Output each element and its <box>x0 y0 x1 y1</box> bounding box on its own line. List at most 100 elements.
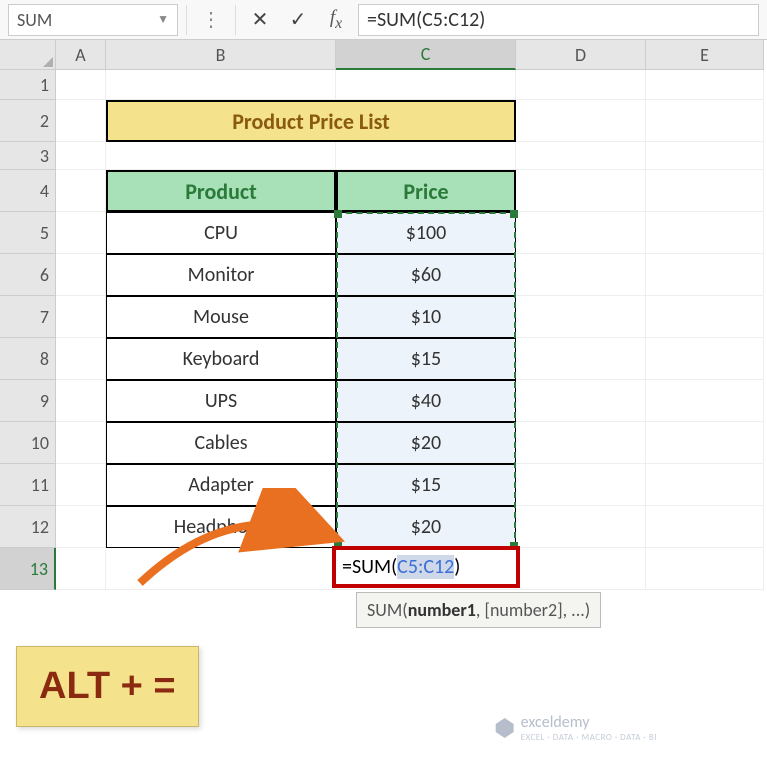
enter-icon[interactable]: ✓ <box>282 4 314 36</box>
price-cell[interactable]: $40 <box>336 380 516 422</box>
header-price[interactable]: Price <box>336 170 516 212</box>
fx-icon[interactable]: fx <box>320 4 352 36</box>
product-cell[interactable]: Keyboard <box>106 338 336 380</box>
col-header-a[interactable]: A <box>56 40 106 70</box>
cell[interactable] <box>646 100 764 142</box>
separator <box>186 5 187 35</box>
cell[interactable] <box>56 70 106 100</box>
row-header[interactable]: 13 <box>0 548 56 590</box>
price-cell[interactable]: $15 <box>336 338 516 380</box>
cell[interactable] <box>646 170 764 212</box>
col-header-e[interactable]: E <box>646 40 764 70</box>
cell[interactable] <box>56 142 106 170</box>
tooltip-rest: , [number2], ...) <box>476 599 590 621</box>
product-cell[interactable]: Mouse <box>106 296 336 338</box>
function-tooltip: SUM(number1, [number2], ...) <box>356 592 601 628</box>
cell[interactable] <box>516 422 646 464</box>
row-header[interactable]: 10 <box>0 422 56 464</box>
product-cell[interactable]: CPU <box>106 212 336 254</box>
cell[interactable] <box>646 380 764 422</box>
row-header[interactable]: 7 <box>0 296 56 338</box>
cancel-icon[interactable]: ✕ <box>244 4 276 36</box>
cell[interactable] <box>516 70 646 100</box>
select-all-corner[interactable] <box>0 40 56 70</box>
row-header[interactable]: 11 <box>0 464 56 506</box>
separator <box>235 5 236 35</box>
logo-icon <box>495 718 515 738</box>
col-header-c[interactable]: C <box>336 40 516 70</box>
formula-input[interactable]: =SUM(C5:C12) <box>358 4 759 36</box>
product-cell[interactable]: Headphone <box>106 506 336 548</box>
row-header[interactable]: 5 <box>0 212 56 254</box>
cell[interactable] <box>646 70 764 100</box>
cell[interactable] <box>56 254 106 296</box>
chevron-down-icon[interactable]: ▼ <box>157 12 169 27</box>
cell[interactable] <box>56 506 106 548</box>
cell[interactable] <box>646 296 764 338</box>
cell[interactable] <box>106 70 336 100</box>
cell[interactable] <box>646 548 764 590</box>
cell[interactable] <box>646 212 764 254</box>
cell[interactable] <box>56 464 106 506</box>
cell[interactable] <box>646 506 764 548</box>
row-header[interactable]: 2 <box>0 100 56 142</box>
cell[interactable] <box>106 548 336 590</box>
row-header[interactable]: 3 <box>0 142 56 170</box>
formula-bar: SUM ▼ ⋮ ✕ ✓ fx =SUM(C5:C12) <box>0 0 767 40</box>
cell[interactable] <box>516 212 646 254</box>
price-cell[interactable]: $20 <box>336 422 516 464</box>
formula-range: C5:C12 <box>397 555 454 579</box>
row-header[interactable]: 12 <box>0 506 56 548</box>
cell[interactable] <box>56 548 106 590</box>
product-cell[interactable]: Monitor <box>106 254 336 296</box>
cell[interactable] <box>56 212 106 254</box>
cell[interactable] <box>516 506 646 548</box>
price-cell[interactable]: $10 <box>336 296 516 338</box>
cell[interactable] <box>336 70 516 100</box>
cell[interactable] <box>516 548 646 590</box>
row-header[interactable]: 1 <box>0 70 56 100</box>
price-cell[interactable]: $20 <box>336 506 516 548</box>
price-cell[interactable]: $15 <box>336 464 516 506</box>
cell[interactable] <box>56 422 106 464</box>
cell[interactable] <box>646 422 764 464</box>
cell[interactable] <box>56 380 106 422</box>
row-header[interactable]: 6 <box>0 254 56 296</box>
row-header[interactable]: 9 <box>0 380 56 422</box>
table-row: 6 Monitor$60 <box>0 254 767 296</box>
cell[interactable] <box>516 142 646 170</box>
cell[interactable] <box>56 170 106 212</box>
product-cell[interactable]: Adapter <box>106 464 336 506</box>
name-box[interactable]: SUM ▼ <box>8 4 178 36</box>
cell[interactable] <box>56 296 106 338</box>
price-cell[interactable]: $60 <box>336 254 516 296</box>
cell[interactable] <box>516 254 646 296</box>
cell[interactable] <box>646 338 764 380</box>
cell[interactable] <box>646 142 764 170</box>
cell[interactable] <box>106 142 336 170</box>
cell[interactable] <box>516 464 646 506</box>
cell[interactable] <box>646 254 764 296</box>
cell[interactable] <box>336 142 516 170</box>
cell[interactable] <box>516 338 646 380</box>
row-header[interactable]: 4 <box>0 170 56 212</box>
col-header-d[interactable]: D <box>516 40 646 70</box>
cell[interactable] <box>56 338 106 380</box>
product-cell[interactable]: Cables <box>106 422 336 464</box>
cell[interactable] <box>516 100 646 142</box>
cell[interactable] <box>516 170 646 212</box>
table-row: 9 UPS$40 <box>0 380 767 422</box>
editing-cell[interactable]: =SUM(C5:C12) <box>332 546 520 588</box>
product-cell[interactable]: UPS <box>106 380 336 422</box>
shortcut-callout: ALT + = <box>16 646 199 727</box>
col-header-b[interactable]: B <box>106 40 336 70</box>
price-cell[interactable]: $100 <box>336 212 516 254</box>
table-row: 12 Headphone$20 <box>0 506 767 548</box>
cell[interactable] <box>516 380 646 422</box>
title-cell[interactable]: Product Price List <box>106 100 516 142</box>
row-header[interactable]: 8 <box>0 338 56 380</box>
cell[interactable] <box>516 296 646 338</box>
header-product[interactable]: Product <box>106 170 336 212</box>
cell[interactable] <box>56 100 106 142</box>
cell[interactable] <box>646 464 764 506</box>
